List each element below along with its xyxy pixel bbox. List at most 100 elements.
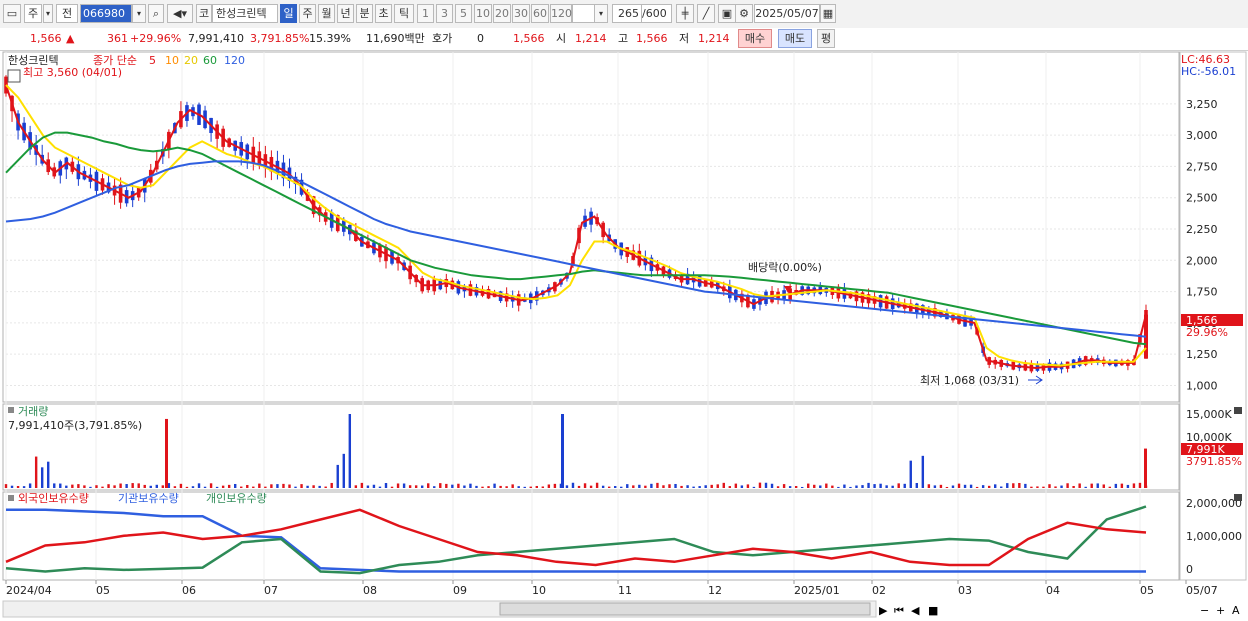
calendar-icon[interactable]: ▦ — [820, 4, 836, 23]
period-tick-button[interactable]: 틱 — [394, 4, 414, 23]
buy-button[interactable]: 매수 — [738, 29, 772, 48]
stock-chart[interactable]: 한성크린텍 종가 단순 5 10 20 60 120 최고 3,560 (04/… — [0, 50, 1248, 621]
volume-bar — [215, 486, 219, 488]
last-pct-tag: 29.96% — [1186, 326, 1228, 339]
scroll-prev-icon[interactable]: ◀ — [911, 604, 920, 617]
volume-bar — [668, 484, 671, 488]
volume-bar — [125, 484, 128, 488]
volume-bar — [34, 456, 38, 488]
volume-bar — [734, 483, 738, 488]
interval-120-button[interactable]: 120 — [550, 4, 572, 23]
volume-bar — [469, 483, 472, 488]
volume-bar — [963, 484, 967, 488]
interval-10-button[interactable]: 10 — [474, 4, 492, 23]
category-select[interactable]: 전 — [56, 4, 78, 23]
scroll-right-icon[interactable]: ▶ — [879, 604, 888, 617]
evaluate-button[interactable]: 평 — [817, 29, 835, 48]
volume-bar — [40, 467, 44, 488]
dropdown-arrow-icon[interactable]: ▾ — [43, 4, 53, 23]
volume-bar — [234, 483, 237, 488]
volume-bar — [366, 485, 370, 488]
volume-bar — [577, 485, 581, 488]
scrollbar-thumb[interactable] — [499, 602, 871, 616]
interval-dropdown-icon[interactable]: ▾ — [594, 4, 608, 23]
turnover-rate: 15.39% — [309, 32, 351, 45]
volume-bar — [179, 483, 183, 488]
price-ytick-label: 2,750 — [1186, 160, 1218, 173]
scroll-first-icon[interactable]: ⏮ — [894, 604, 904, 617]
volume-bar — [1036, 486, 1039, 488]
volume-bar — [553, 483, 557, 488]
volume-bar — [782, 484, 786, 488]
period-minute-button[interactable]: 분 — [356, 4, 373, 23]
volume-bar — [378, 486, 382, 488]
holding-ytick-2000000: 2,000,000 — [1186, 497, 1242, 510]
period-second-button[interactable]: 초 — [375, 4, 392, 23]
stop-icon[interactable]: ■ — [928, 604, 938, 617]
interval-5-button[interactable]: 5 — [455, 4, 472, 23]
volume-panel-close-icon[interactable] — [1234, 407, 1242, 414]
zoom-in-icon[interactable]: + — [1216, 604, 1225, 617]
volume-bar — [264, 486, 267, 488]
volume-bar — [71, 484, 74, 488]
volume-bar — [674, 483, 677, 488]
period-year-button[interactable]: 년 — [337, 4, 354, 23]
x-axis-label: 04 — [1046, 584, 1060, 597]
candle-type-icon[interactable]: ╪ — [676, 4, 694, 23]
data-count-input[interactable]: 265 — [612, 4, 642, 23]
font-size-icon[interactable]: A — [1232, 604, 1240, 617]
volume-bar — [873, 484, 876, 488]
volume-bar — [861, 485, 864, 488]
volume-bar — [571, 482, 575, 488]
holding-panel-icon — [8, 495, 14, 501]
price-ytick-label: 1,000 — [1186, 379, 1218, 392]
volume-bar — [601, 485, 605, 488]
sell-button[interactable]: 매도 — [778, 29, 812, 48]
volume-bar — [131, 483, 134, 488]
window-icon[interactable]: ▭ — [3, 4, 21, 23]
legend-foreign: 외국인보유수량 — [18, 492, 89, 505]
ma-5-label: 5 — [149, 54, 156, 67]
volume-bar — [595, 482, 599, 488]
hc-label: HC:-56.01 — [1181, 65, 1236, 78]
volume-panel[interactable] — [2, 403, 1180, 491]
period-week-button[interactable]: 주 — [299, 4, 316, 23]
volume-bar — [800, 486, 804, 488]
volume-bar — [843, 484, 846, 488]
volume-bar — [420, 485, 424, 488]
stock-code-input[interactable]: 066980 — [80, 4, 132, 23]
interval-3-button[interactable]: 3 — [436, 4, 453, 23]
period-day-button[interactable]: 일 — [280, 4, 297, 23]
volume-bar — [825, 483, 828, 488]
volume-bar — [728, 486, 732, 488]
period-month-button[interactable]: 월 — [318, 4, 335, 23]
volume-bar — [28, 483, 32, 488]
interval-20-button[interactable]: 20 — [493, 4, 511, 23]
holding-panel-close-icon[interactable] — [1234, 494, 1242, 501]
market-type-select[interactable]: 주 — [24, 4, 42, 23]
volume-bar — [499, 485, 502, 488]
volume-bar — [541, 486, 545, 488]
volume-bar — [276, 484, 279, 488]
date-input[interactable]: 2025/05/07 — [754, 4, 820, 23]
volume-bar — [505, 486, 508, 488]
stock-code-dropdown-icon[interactable]: ▾ — [132, 4, 146, 23]
search-icon[interactable]: ⌕ — [148, 4, 164, 23]
interval-60-button[interactable]: 60 — [531, 4, 549, 23]
interval-30-button[interactable]: 30 — [512, 4, 530, 23]
settings-gear-icon[interactable]: ⚙ — [735, 4, 753, 23]
chart-menu-icon[interactable] — [7, 69, 21, 83]
interval-1-button[interactable]: 1 — [417, 4, 434, 23]
volume-bar — [155, 484, 158, 488]
zoom-out-icon[interactable]: − — [1200, 604, 1209, 617]
volume-bar — [583, 483, 587, 488]
ma-120-label: 120 — [224, 54, 245, 67]
volume-bar — [324, 486, 327, 488]
speaker-icon[interactable]: ◀▾ — [167, 4, 193, 23]
draw-tool-icon[interactable]: ╱ — [697, 4, 715, 23]
price-change-pct: +29.96% — [130, 32, 182, 45]
volume-bar — [101, 486, 104, 488]
volume-bar — [137, 483, 140, 488]
volume-bar — [59, 483, 62, 488]
save-icon[interactable]: ▣ — [718, 4, 736, 23]
